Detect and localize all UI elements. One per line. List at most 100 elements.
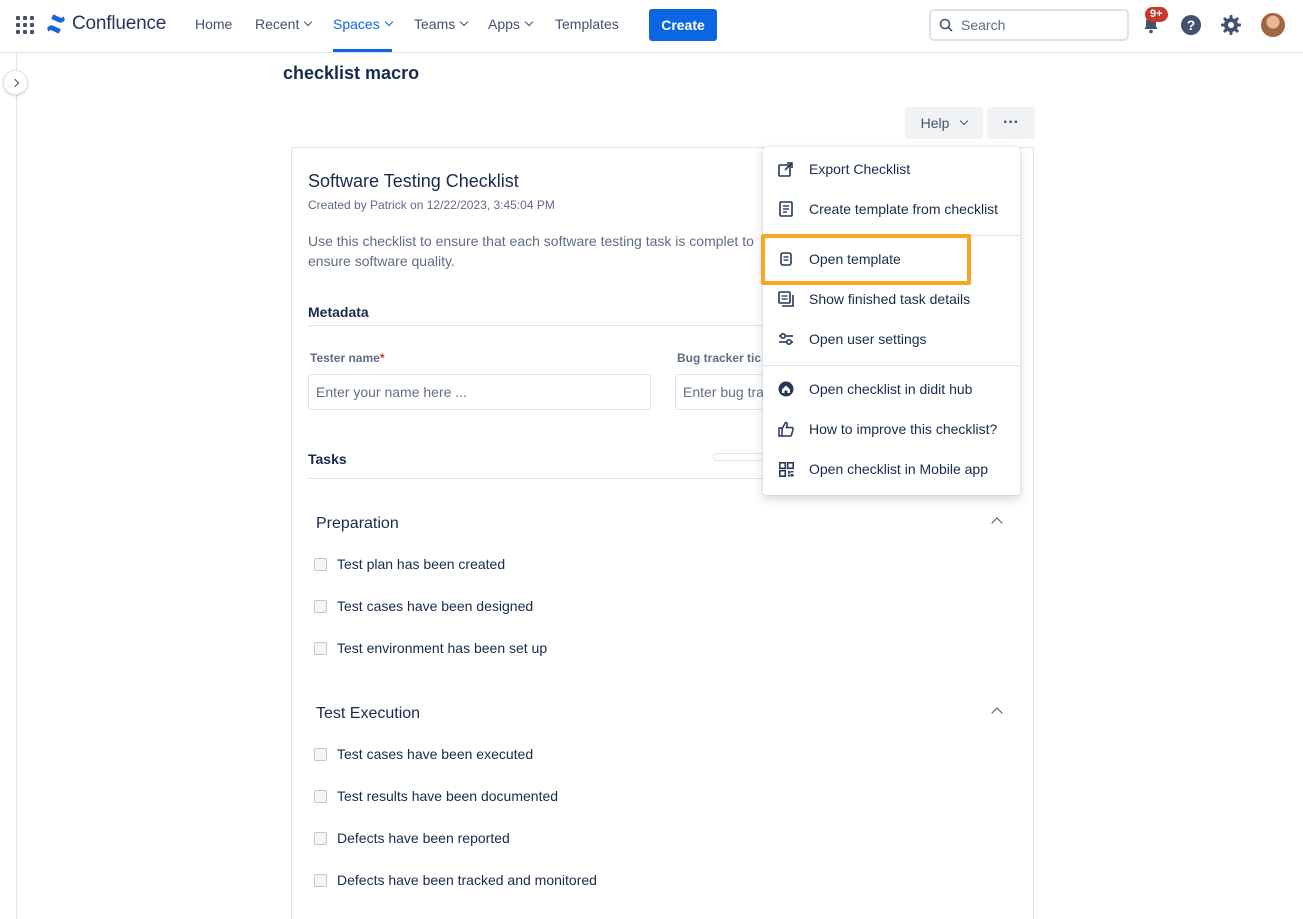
group-heading-preparation: Preparation xyxy=(316,515,399,532)
menu-item-export-checklist[interactable]: Export Checklist xyxy=(763,149,1020,189)
task-checkbox[interactable] xyxy=(314,557,327,571)
task-item[interactable]: Test cases have been executed xyxy=(314,746,533,762)
menu-item-label: Open template xyxy=(809,251,901,267)
task-item[interactable]: Test cases have been designed xyxy=(314,598,533,614)
more-actions-button[interactable]: ··· xyxy=(987,107,1035,139)
menu-item-show-finished-task-details[interactable]: Show finished task details xyxy=(763,279,1020,319)
sidebar-rail xyxy=(16,53,17,919)
task-item[interactable]: Defects have been tracked and monitored xyxy=(314,872,597,888)
tester-name-input[interactable] xyxy=(308,374,651,410)
task-checkbox[interactable] xyxy=(314,789,327,803)
document-icon xyxy=(777,200,795,218)
menu-item-label: Open checklist in didit hub xyxy=(809,381,973,397)
task-label: Defects have been tracked and monitored xyxy=(337,872,597,888)
top-navigation: Confluence Home Recent Spaces Teams Apps… xyxy=(0,0,1303,53)
settings-sliders-icon xyxy=(777,330,795,348)
task-item[interactable]: Defects have been reported xyxy=(314,830,510,846)
nav-recent-label: Recent xyxy=(255,16,300,32)
menu-item-label: Create template from checklist xyxy=(809,201,999,217)
menu-item-label: Open checklist in Mobile app xyxy=(809,461,988,477)
metadata-heading: Metadata xyxy=(308,304,369,320)
nav-templates[interactable]: Templates xyxy=(555,16,619,32)
help-icon[interactable]: ? xyxy=(1179,13,1203,37)
tasks-heading: Tasks xyxy=(308,451,347,467)
task-checkbox[interactable] xyxy=(314,747,327,761)
task-label: Test cases have been designed xyxy=(337,598,534,614)
help-button[interactable]: Help xyxy=(905,107,983,139)
task-checkbox[interactable] xyxy=(314,599,327,613)
menu-item-open-template[interactable]: Open template xyxy=(763,239,1020,279)
task-item[interactable]: Test plan has been created xyxy=(314,556,505,572)
bug-tracker-input[interactable] xyxy=(675,374,765,410)
settings-gear-icon[interactable] xyxy=(1219,13,1243,37)
group-heading-test-execution: Test Execution xyxy=(316,705,421,722)
chevron-down-icon xyxy=(960,116,969,126)
task-checkbox[interactable] xyxy=(314,641,327,655)
tester-name-label-text: Tester name xyxy=(310,351,380,365)
chevron-up-icon[interactable] xyxy=(991,517,1003,529)
chevron-down-icon xyxy=(459,17,469,27)
checklist-created-info: Created by Patrick on 12/22/2023, 3:45:0… xyxy=(308,198,555,212)
menu-item-label: Export Checklist xyxy=(809,161,911,177)
task-label: Test plan has been created xyxy=(337,556,506,572)
confluence-logo[interactable]: Confluence xyxy=(46,13,166,35)
search-box[interactable] xyxy=(929,9,1129,41)
nav-home[interactable]: Home xyxy=(195,16,232,32)
menu-item-label: Show finished task details xyxy=(809,291,971,307)
logo-text: Confluence xyxy=(72,13,167,34)
more-actions-menu: Export Checklist Create template from ch… xyxy=(763,147,1020,495)
checklist-description: Use this checklist to ensure that each s… xyxy=(308,233,754,269)
nav-teams-label: Teams xyxy=(414,16,456,32)
nav-apps-label: Apps xyxy=(488,16,520,32)
chevron-down-icon xyxy=(524,17,534,27)
details-icon xyxy=(777,290,795,308)
user-avatar[interactable] xyxy=(1261,13,1285,37)
task-label: Test cases have been executed xyxy=(337,746,534,762)
tester-name-label: Tester name* xyxy=(310,351,384,365)
nav-apps[interactable]: Apps xyxy=(488,16,534,32)
nav-teams[interactable]: Teams xyxy=(414,16,469,32)
task-item[interactable]: Test environment has been set up xyxy=(314,640,547,656)
task-checkbox[interactable] xyxy=(314,873,327,887)
search-icon xyxy=(939,18,953,32)
nav-recent[interactable]: Recent xyxy=(255,16,313,32)
chevron-right-icon xyxy=(10,78,19,87)
nav-templates-label: Templates xyxy=(555,16,619,32)
svg-text:?: ? xyxy=(1187,17,1196,33)
menu-item-open-in-mobile-app[interactable]: Open checklist in Mobile app xyxy=(763,449,1020,489)
home-icon xyxy=(777,380,795,398)
thumbs-up-icon xyxy=(777,420,795,438)
qr-code-icon xyxy=(777,460,795,478)
task-label: Test results have been documented xyxy=(337,788,559,804)
menu-item-open-in-didit-hub[interactable]: Open checklist in didit hub xyxy=(763,369,1020,409)
menu-item-create-template[interactable]: Create template from checklist xyxy=(763,189,1020,229)
menu-item-open-user-settings[interactable]: Open user settings xyxy=(763,319,1020,359)
notification-badge: 9+ xyxy=(1145,7,1168,22)
export-icon xyxy=(777,160,795,178)
chevron-down-icon xyxy=(384,17,393,27)
help-button-label: Help xyxy=(920,115,950,131)
chevron-down-icon xyxy=(304,17,313,27)
menu-item-improve-checklist[interactable]: How to improve this checklist? xyxy=(763,409,1020,449)
expand-sidebar-button[interactable] xyxy=(3,70,28,95)
nav-spaces-label: Spaces xyxy=(333,16,380,32)
nav-spaces[interactable]: Spaces xyxy=(333,16,393,52)
menu-item-label: How to improve this checklist? xyxy=(809,421,998,437)
checklist-title: Software Testing Checklist xyxy=(308,171,519,191)
task-item[interactable]: Test results have been documented xyxy=(314,788,558,804)
menu-item-label: Open user settings xyxy=(809,331,927,347)
create-button[interactable]: Create xyxy=(649,9,717,41)
menu-divider xyxy=(763,235,1020,236)
page-title: checklist macro xyxy=(283,63,420,83)
app-switcher-icon[interactable] xyxy=(16,16,34,34)
task-label: Defects have been reported xyxy=(337,830,510,846)
search-input[interactable] xyxy=(961,17,1111,33)
required-marker: * xyxy=(379,351,385,365)
chevron-up-icon[interactable] xyxy=(991,707,1003,719)
template-icon xyxy=(777,250,795,268)
task-label: Test environment has been set up xyxy=(337,640,548,656)
menu-divider xyxy=(763,365,1020,366)
task-checkbox[interactable] xyxy=(314,831,327,845)
bug-tracker-label: Bug tracker tic xyxy=(677,351,762,365)
confluence-logo-icon xyxy=(47,14,65,34)
